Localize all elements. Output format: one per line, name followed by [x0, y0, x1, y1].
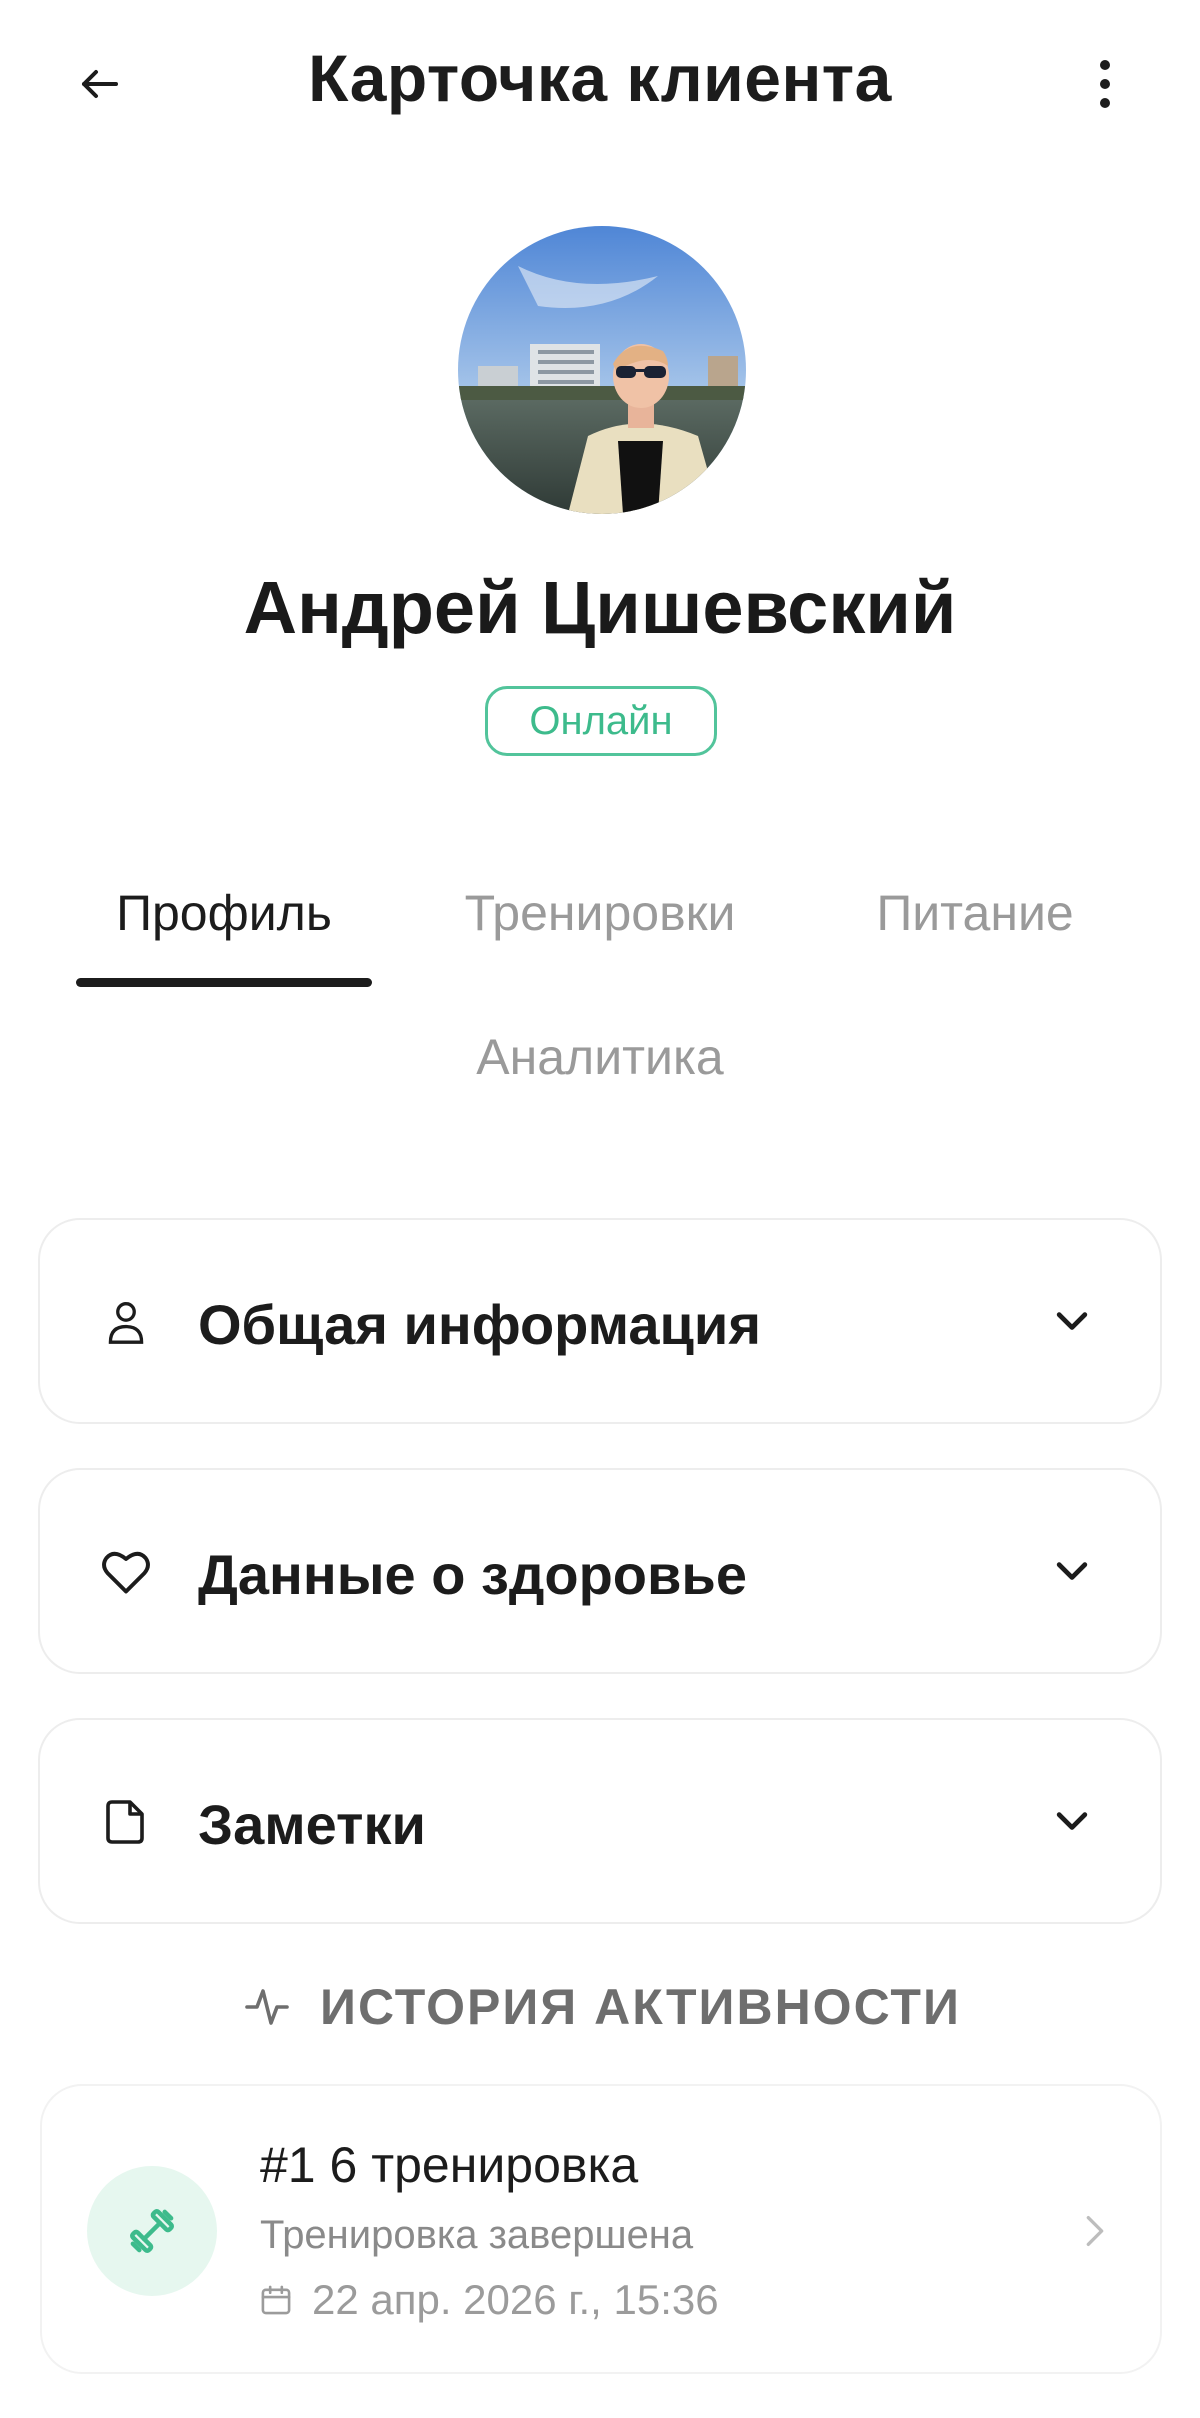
activity-date: 22 апр. 2026 г., 15:36: [312, 2276, 719, 2323]
back-button[interactable]: [60, 48, 140, 120]
activity-icon: [240, 1980, 294, 2034]
section-health-data[interactable]: Данные о здоровье: [38, 1468, 1162, 1674]
activity-history-title: ИСТОРИЯ АКТИВНОСТИ: [320, 1979, 961, 2035]
activity-title: #1 6 тренировка: [260, 2137, 639, 2193]
active-tab-indicator: [76, 978, 372, 987]
client-name: Андрей Цишевский: [243, 566, 957, 649]
activity-item[interactable]: #1 6 тренировка Тренировка завершена 22 …: [40, 2084, 1162, 2374]
top-bar: Карточка клиента: [0, 0, 1200, 170]
heart-icon: [96, 1542, 156, 1602]
chevron-down-icon[interactable]: [1042, 1792, 1102, 1852]
section-general-info[interactable]: Общая информация: [38, 1218, 1162, 1424]
page-title: Карточка клиента: [308, 41, 892, 115]
dumbbell-icon: [87, 2166, 217, 2296]
activity-history-header: ИСТОРИЯ АКТИВНОСТИ: [240, 1972, 961, 2042]
section-title: Данные о здоровье: [198, 1543, 747, 1606]
section-title: Заметки: [198, 1793, 426, 1856]
section-notes[interactable]: Заметки: [38, 1718, 1162, 1924]
note-icon: [96, 1792, 156, 1852]
section-title: Общая информация: [198, 1293, 762, 1356]
chevron-down-icon[interactable]: [1042, 1542, 1102, 1602]
status-badge: Онлайн: [485, 686, 717, 756]
more-options-button[interactable]: [1075, 48, 1135, 120]
arrow-left-icon: [82, 70, 118, 98]
avatar: [458, 226, 746, 514]
user-icon: [96, 1292, 156, 1352]
activity-date-row: 22 апр. 2026 г., 15:36: [260, 2276, 719, 2324]
calendar-icon: [260, 2280, 296, 2320]
chevron-down-icon[interactable]: [1042, 1292, 1102, 1352]
activity-subtitle: Тренировка завершена: [260, 2213, 694, 2257]
chevron-right-icon: [1080, 2206, 1110, 2256]
tab-profile[interactable]: Профиль: [76, 884, 372, 942]
tab-workouts[interactable]: Тренировки: [450, 884, 750, 942]
tab-nutrition[interactable]: Питание: [850, 884, 1100, 942]
tab-analytics[interactable]: Аналитика: [440, 1028, 760, 1086]
more-vertical-icon: [1100, 60, 1110, 108]
